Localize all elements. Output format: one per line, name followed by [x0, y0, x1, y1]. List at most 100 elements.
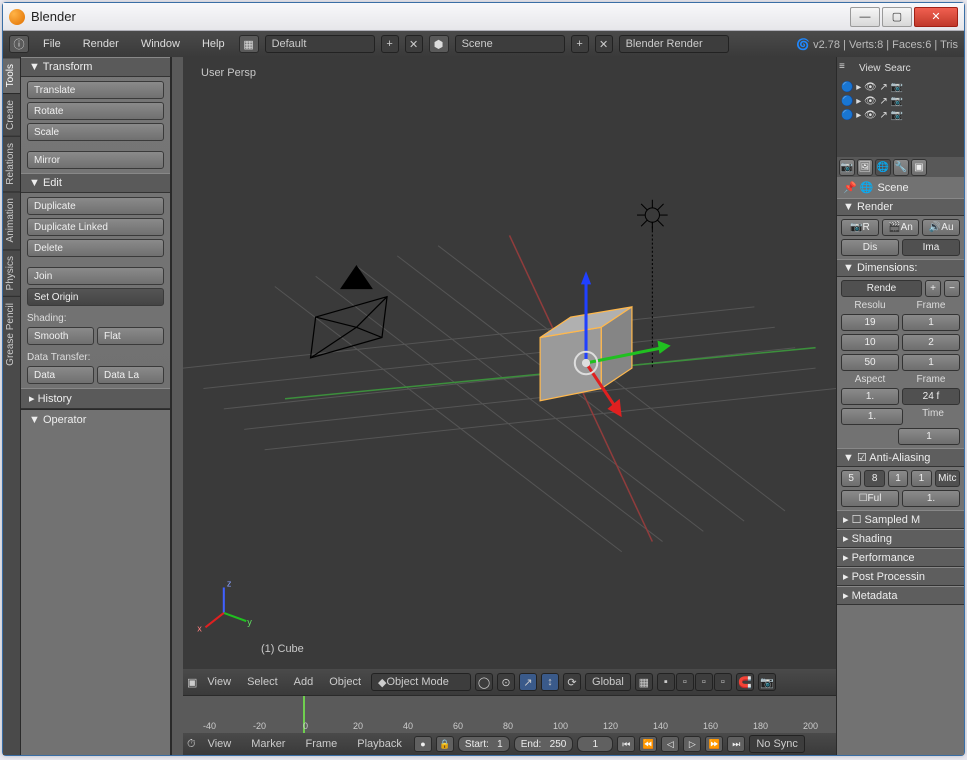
transform-panel-head[interactable]: ▼ Transform [21, 57, 170, 77]
tab-physics[interactable]: Physics [3, 249, 20, 296]
menu-file[interactable]: File [35, 36, 69, 52]
frame-step-field[interactable]: 2 [902, 334, 960, 351]
layout-select[interactable]: Default [265, 35, 375, 53]
manipulator-translate-icon[interactable]: ↕ [541, 673, 559, 691]
minimize-button[interactable]: — [850, 7, 880, 27]
sync-select[interactable]: No Sync [749, 735, 805, 753]
pivot-icon[interactable]: ⊙ [497, 673, 515, 691]
render-engine-select[interactable]: Blender Render [619, 35, 729, 53]
viewport-shading-icon[interactable]: ◯ [475, 673, 493, 691]
lock-icon[interactable]: 🔒 [436, 736, 454, 752]
data-button[interactable]: Data [27, 366, 94, 384]
render-audio-button[interactable]: 🔊Au [922, 219, 960, 236]
scene-icon[interactable]: ⬢ [429, 35, 449, 53]
outliner-editor-icon[interactable]: ≡ [839, 61, 855, 75]
close-button[interactable]: ✕ [914, 7, 958, 27]
history-panel-head[interactable]: ▸ History [21, 388, 170, 409]
layer-btn[interactable]: ▫ [714, 673, 732, 691]
aa-8-button[interactable]: 8 [864, 470, 884, 487]
props-tab-render-icon[interactable]: 📷 [839, 159, 855, 176]
tab-tools[interactable]: Tools [3, 57, 20, 93]
scene-remove-button[interactable]: ✕ [595, 35, 613, 53]
timemenu-view[interactable]: View [200, 736, 240, 752]
manipulator-icon[interactable]: ↗ [519, 673, 537, 691]
delete-button[interactable]: Delete [27, 239, 164, 257]
render-panel-head[interactable]: ▼ Render [837, 198, 964, 216]
tab-animation[interactable]: Animation [3, 191, 20, 248]
antialiasing-panel-head[interactable]: ▼ ☑ Anti-Aliasing [837, 448, 964, 467]
render-button[interactable]: 📷R [841, 219, 879, 236]
viewmenu-add[interactable]: Add [288, 674, 320, 690]
set-origin-button[interactable]: Set Origin [27, 288, 164, 306]
menu-window[interactable]: Window [133, 36, 188, 52]
timeline-editor-icon[interactable]: ⏱ [187, 738, 196, 751]
preset-remove-icon[interactable]: − [944, 280, 960, 297]
props-tab-layers-icon[interactable]: 🖼 [857, 159, 873, 176]
screen-layout-icon[interactable]: ▦ [239, 35, 259, 53]
display-select[interactable]: Ima [902, 239, 960, 256]
tab-grease-pencil[interactable]: Grease Pencil [3, 296, 20, 372]
time-remap-field[interactable]: 1 [898, 428, 960, 445]
layer-btn[interactable]: ▪ [657, 673, 675, 691]
aa-full-sample[interactable]: ☐ Ful [841, 490, 899, 507]
tab-create[interactable]: Create [3, 93, 20, 136]
smooth-button[interactable]: Smooth [27, 327, 94, 345]
aa-11-button[interactable]: 1 [888, 470, 908, 487]
layout-remove-button[interactable]: ✕ [405, 35, 423, 53]
scene-datablock[interactable]: 📌 🌐 Scene [837, 177, 964, 198]
duplicate-button[interactable]: Duplicate [27, 197, 164, 215]
props-tab-object-icon[interactable]: ▣ [911, 159, 927, 176]
frame-start-field[interactable]: 1 [902, 314, 960, 331]
timemenu-marker[interactable]: Marker [243, 736, 293, 752]
timemenu-frame[interactable]: Frame [297, 736, 345, 752]
mirror-button[interactable]: Mirror [27, 151, 164, 169]
shading-panel-head[interactable]: ▸ Shading [837, 529, 964, 548]
preset-add-icon[interactable]: + [925, 280, 941, 297]
scene-add-button[interactable]: + [571, 35, 589, 53]
aa-16-button[interactable]: 1 [911, 470, 931, 487]
data-layout-button[interactable]: Data La [97, 366, 164, 384]
duplicate-linked-button[interactable]: Duplicate Linked [27, 218, 164, 236]
layer-btn[interactable]: ▫ [676, 673, 694, 691]
editor-type-icon[interactable]: ▣ [187, 676, 197, 689]
flat-button[interactable]: Flat [97, 327, 164, 345]
aa-5-button[interactable]: 5 [841, 470, 861, 487]
res-pct-field[interactable]: 50 [841, 354, 899, 371]
props-tab-scene-icon[interactable]: 🌐 [875, 159, 891, 176]
maximize-button[interactable]: ▢ [882, 7, 912, 27]
snap-icon[interactable]: 🧲 [736, 673, 754, 691]
auto-keyframe-icon[interactable]: ● [414, 736, 432, 752]
layers-icon[interactable]: ▦ [635, 673, 653, 691]
translate-button[interactable]: Translate [27, 81, 164, 99]
start-frame-field[interactable]: Start: 1 [458, 736, 510, 752]
orientation-select[interactable]: Global [585, 673, 631, 691]
viewmenu-select[interactable]: Select [241, 674, 284, 690]
aspect-x-field[interactable]: 1. [841, 388, 899, 405]
layer-btn[interactable]: ▫ [695, 673, 713, 691]
mode-select[interactable]: ◆ Object Mode [371, 673, 471, 691]
props-tab-world-icon[interactable]: 🔧 [893, 159, 909, 176]
outliner[interactable]: ≡ View Searc 🔵 ▸ 👁 ↗ 📷 🔵 ▸ 👁 ↗ 📷 🔵 ▸ 👁 ↗… [837, 57, 964, 157]
jump-start-icon[interactable]: ⏮ [617, 736, 635, 752]
join-button[interactable]: Join [27, 267, 164, 285]
preset-select[interactable]: Rende [841, 280, 922, 297]
timemenu-playback[interactable]: Playback [349, 736, 410, 752]
menu-render[interactable]: Render [75, 36, 127, 52]
metadata-panel-head[interactable]: ▸ Metadata [837, 586, 964, 605]
performance-panel-head[interactable]: ▸ Performance [837, 548, 964, 567]
res-x-field[interactable]: 19 [841, 314, 899, 331]
tab-relations[interactable]: Relations [3, 136, 20, 191]
outliner-row[interactable]: 🔵 ▸ 👁 ↗ 📷 [841, 95, 960, 109]
viewmenu-object[interactable]: Object [323, 674, 367, 690]
toolshelf-scrollbar[interactable] [171, 57, 183, 755]
play-reverse-icon[interactable]: ◁ [661, 736, 679, 752]
layout-add-button[interactable]: + [381, 35, 399, 53]
jump-end-icon[interactable]: ⏭ [727, 736, 745, 752]
aa-filter-select[interactable]: Mitc [935, 470, 960, 487]
render-preview-icon[interactable]: 📷 [758, 673, 776, 691]
outliner-search[interactable]: Searc [885, 63, 911, 74]
edit-panel-head[interactable]: ▼ Edit [21, 173, 170, 193]
viewmenu-view[interactable]: View [201, 674, 237, 690]
frame-end-field[interactable]: 1 [902, 354, 960, 371]
next-key-icon[interactable]: ⏩ [705, 736, 723, 752]
